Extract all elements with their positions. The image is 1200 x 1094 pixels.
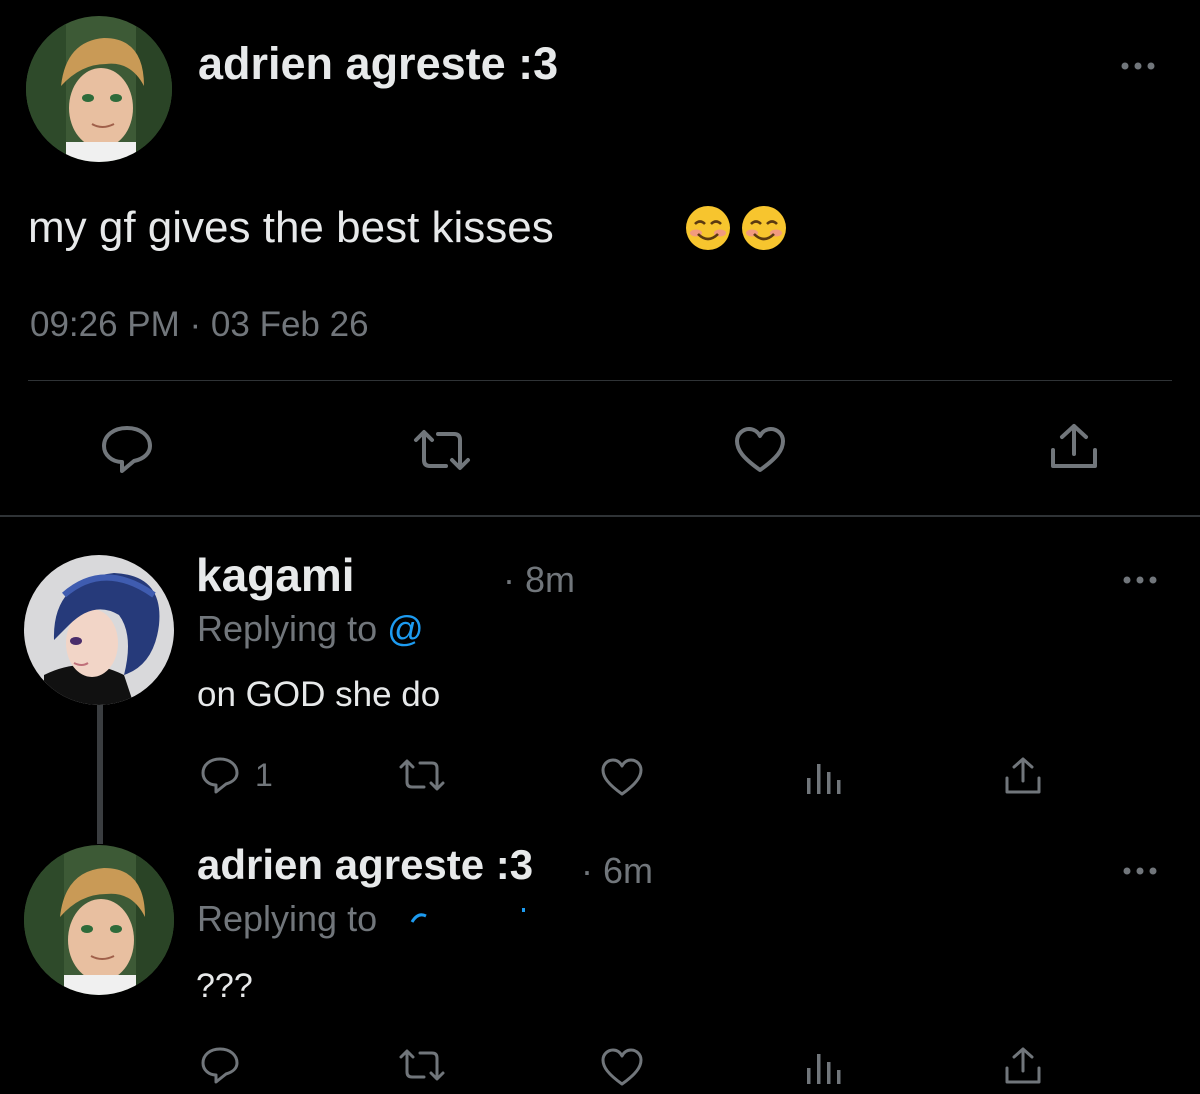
smiling-emoji-icon bbox=[686, 206, 786, 250]
reply1-retweet-icon[interactable] bbox=[397, 758, 447, 792]
reply1-views-icon[interactable] bbox=[804, 760, 844, 796]
main-post-divider bbox=[28, 380, 1172, 381]
main-reply-icon[interactable] bbox=[100, 424, 154, 474]
reply1-share-icon[interactable] bbox=[1003, 756, 1043, 796]
main-post-more-icon[interactable] bbox=[1119, 48, 1159, 78]
main-post-author[interactable]: adrien agreste :3 bbox=[198, 38, 558, 90]
main-post-text: my gf gives the best kisses bbox=[28, 203, 554, 253]
main-like-icon[interactable] bbox=[733, 426, 787, 474]
main-share-icon[interactable] bbox=[1048, 422, 1100, 472]
reply1-time[interactable]: · 8m bbox=[503, 560, 575, 600]
avatar-reply2-adrien[interactable] bbox=[24, 845, 174, 995]
main-post-text-body: my gf gives the best kisses bbox=[28, 203, 554, 252]
reply1-handle-link[interactable]: @ bbox=[387, 608, 424, 649]
reply2-retweet-icon[interactable] bbox=[397, 1048, 447, 1082]
reply1-like-icon[interactable] bbox=[600, 757, 644, 797]
avatar-kagami[interactable] bbox=[24, 555, 174, 705]
adrien-avatar-image bbox=[24, 845, 174, 995]
thread-line bbox=[97, 700, 103, 844]
emoji-pair bbox=[684, 204, 794, 257]
adrien-avatar-image bbox=[26, 16, 172, 162]
reply2-text: ??? bbox=[196, 967, 253, 1005]
reply1-reply-icon[interactable] bbox=[200, 756, 240, 794]
avatar-main-post[interactable] bbox=[26, 16, 172, 162]
reply1-more-icon[interactable] bbox=[1121, 573, 1161, 591]
main-retweet-icon[interactable] bbox=[410, 428, 474, 472]
main-post-timestamp[interactable]: 09:26 PM · 03 Feb 26 bbox=[30, 305, 369, 345]
reply1-replying-to: Replying to @ bbox=[197, 609, 424, 649]
reply2-time[interactable]: · 6m bbox=[581, 851, 653, 891]
reply2-share-icon[interactable] bbox=[1003, 1046, 1043, 1086]
reply2-author[interactable]: adrien agreste :3 bbox=[197, 840, 533, 890]
redaction-blob bbox=[438, 612, 518, 626]
reply2-reply-icon[interactable] bbox=[200, 1046, 240, 1084]
reply2-handle-fragment bbox=[410, 906, 530, 931]
reply1-reply-count: 1 bbox=[255, 757, 273, 793]
reply2-views-icon[interactable] bbox=[804, 1050, 844, 1086]
reply2-replying-to: Replying to bbox=[197, 899, 377, 939]
reply2-more-icon[interactable] bbox=[1121, 864, 1161, 882]
reply1-text: on GOD she do bbox=[197, 675, 441, 714]
kagami-avatar-image bbox=[24, 555, 174, 705]
section-divider bbox=[0, 515, 1200, 517]
reply2-replying-label: Replying to bbox=[197, 898, 378, 939]
reply1-author[interactable]: kagami bbox=[196, 548, 355, 602]
reply2-like-icon[interactable] bbox=[600, 1047, 644, 1087]
reply1-replying-label: Replying to bbox=[197, 608, 378, 649]
